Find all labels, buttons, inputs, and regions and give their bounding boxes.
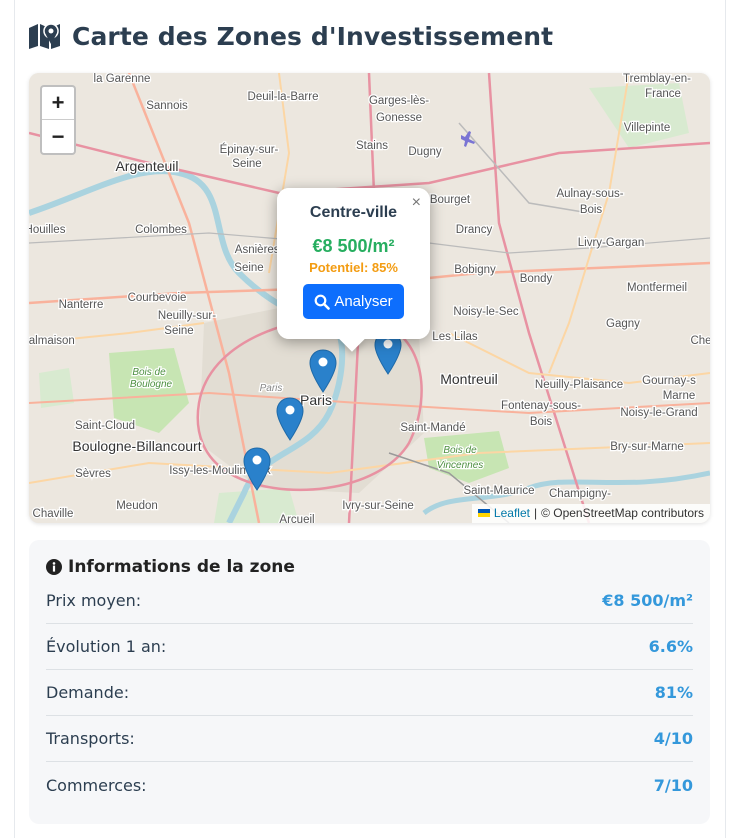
map-place-label: Montfermeil [627, 282, 687, 294]
map-place-label: Seine [234, 262, 263, 274]
map-place-label: Nanterre [59, 299, 104, 311]
info-circle-icon [46, 559, 62, 575]
zoom-control[interactable]: + − [40, 85, 76, 155]
info-label: Commerces: [46, 775, 147, 795]
leaflet-link[interactable]: Leaflet [494, 506, 530, 520]
info-value: 4/10 [653, 729, 693, 748]
map-place-label: Arcueil [279, 514, 314, 523]
map-place-label: Bondy [520, 273, 553, 285]
map-place-label: Gonesse [376, 112, 422, 124]
map-place-label: Bry-sur-Marne [610, 441, 683, 453]
ukraine-flag-icon [477, 509, 490, 517]
map-place-label: Fontenay-sous- [501, 400, 581, 412]
page-title: Carte des Zones d'Investissement [72, 21, 554, 51]
info-label: Demande: [46, 683, 130, 702]
info-label: Prix moyen: [46, 591, 142, 610]
info-row-transport: Transports: 4/10 [46, 716, 693, 762]
map-icon [28, 21, 62, 51]
map-place-label: Bois [530, 416, 553, 428]
map-place-label: la Garenne [94, 73, 151, 85]
map-place-label: Bois de [132, 367, 166, 378]
page-header: Carte des Zones d'Investissement [28, 18, 553, 54]
map-place-label: Saint-Cloud [75, 420, 135, 432]
map-place-label: Malmaison [29, 335, 75, 347]
map-place-label: Montreuil [440, 371, 498, 387]
map-place-label: Aulnay-sous- [556, 188, 623, 200]
map-place-label: Houilles [29, 224, 66, 236]
info-value: €8 500/m² [602, 591, 693, 610]
map-place-label: Neuilly-sur- [158, 310, 216, 322]
zone-info-header: Informations de la zone [46, 557, 295, 577]
attribution-separator: | [533, 506, 538, 520]
map-place-label: Boulogne [130, 379, 173, 390]
info-value: 7/10 [653, 775, 693, 795]
search-icon [314, 294, 331, 310]
map-place-label: Tremblay-en- [623, 73, 691, 85]
map-place-label: Villepinte [624, 122, 670, 134]
info-row-commerce: Commerces: 7/10 [46, 762, 693, 808]
map-place-label: Dugny [408, 146, 441, 158]
map-marker[interactable] [276, 397, 304, 441]
popup-zone-name: Centre-ville [309, 204, 398, 221]
analyze-button-label: Analyser [334, 293, 393, 310]
map-place-label: Noisy-le-Grand [620, 407, 697, 419]
map-place-label: Argenteuil [115, 158, 178, 174]
map-place-label: Seine [232, 158, 261, 170]
zone-popup: × Centre-ville €8 500/m² Potentiel: 85% … [277, 188, 430, 352]
zoom-in-button[interactable]: + [42, 87, 74, 120]
map-place-label: Bobigny [454, 264, 496, 276]
map-place-label: Épinay-sur- [220, 143, 279, 156]
map-place-label: Champigny- [549, 488, 611, 500]
map-marker[interactable] [243, 447, 271, 491]
map-place-label: Drancy [456, 224, 493, 236]
map-place-label: Paris [260, 383, 283, 394]
map-place-label: Meudon [116, 500, 158, 512]
map-place-label: Deuil-la-Barre [248, 91, 319, 103]
map-place-label: Livry-Gargan [578, 237, 644, 249]
popup-potential: Potentiel: 85% [309, 260, 398, 275]
map-place-label: Noisy-le-Sec [453, 306, 518, 318]
zone-info-title: Informations de la zone [68, 557, 295, 577]
map-place-label: Stains [356, 140, 388, 152]
map-place-label: Boulogne-Billancourt [72, 438, 201, 454]
map-place-label: France [645, 88, 681, 100]
info-label: Transports: [46, 729, 135, 748]
analyze-button[interactable]: Analyser [303, 284, 404, 319]
map-place-label: Che [690, 335, 710, 347]
map-place-label: Seine [164, 325, 193, 337]
map-place-label: Bois [580, 204, 603, 216]
map-place-label: Garges-lès- [369, 95, 429, 107]
map-place-label: Saint-Mandé [400, 422, 465, 434]
info-row-demand: Demande: 81% [46, 670, 693, 716]
map-place-label: Courbevoie [128, 292, 187, 304]
popup-content: × Centre-ville €8 500/m² Potentiel: 85% … [277, 188, 430, 339]
map-place-label: Saint-Maurice [464, 485, 535, 497]
map-place-label: Gournay-s [642, 375, 696, 387]
map-place-label: Gagny [606, 318, 640, 330]
info-value: 6.6% [648, 637, 693, 656]
map-place-label: Marne [663, 390, 696, 402]
osm-attribution: © OpenStreetMap contributors [541, 506, 704, 520]
info-row-evolution: Évolution 1 an: 6.6% [46, 624, 693, 670]
map-place-label: Vincennes [437, 460, 484, 471]
info-label: Évolution 1 an: [46, 637, 167, 656]
map-place-label: Sèvres [75, 468, 111, 480]
map-attribution: Leaflet | © OpenStreetMap contributors [471, 504, 710, 523]
map-place-label: Bois de [443, 445, 477, 456]
map-place-label: Paris [300, 392, 332, 408]
map-place-label: Sannois [146, 100, 188, 112]
zone-info-panel: Informations de la zone Prix moyen: €8 5… [29, 540, 710, 824]
popup-close-button[interactable]: × [412, 194, 421, 212]
map-place-label: Colombes [135, 224, 187, 236]
zoom-out-button[interactable]: − [42, 120, 74, 153]
investment-map[interactable]: la Garenne Sannois Deuil-la-Barre Garges-lè… [29, 73, 710, 523]
map-marker-centre-ville[interactable] [309, 349, 337, 393]
map-place-label: Chaville [33, 508, 74, 520]
popup-price: €8 500/m² [312, 236, 395, 256]
map-place-label: Les Lilas [432, 331, 478, 343]
map-place-label: Neuilly-Plaisance [535, 379, 623, 391]
info-row-price: Prix moyen: €8 500/m² [46, 578, 693, 624]
info-value: 81% [654, 683, 693, 702]
map-place-label: Ivry-sur-Seine [342, 500, 414, 512]
